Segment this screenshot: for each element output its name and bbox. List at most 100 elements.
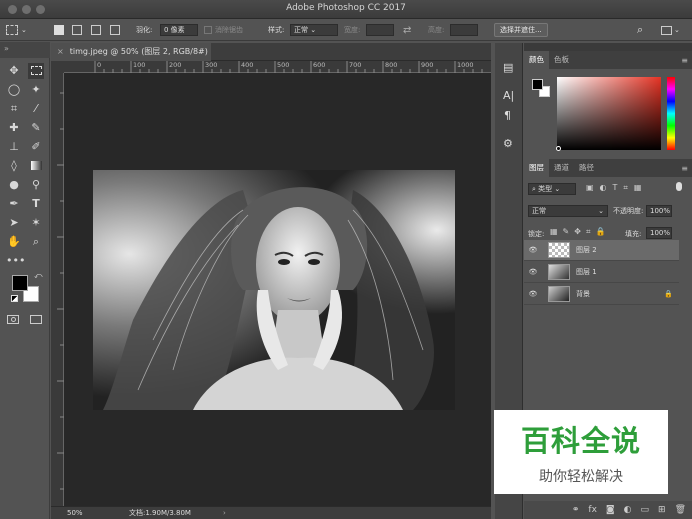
custom-shape-tool-icon[interactable]: ✶ [28,215,44,231]
eraser-tool-icon[interactable]: ◊ [6,158,22,174]
new-group-icon[interactable]: ▭ [641,505,650,515]
title-bar: Adobe Photoshop CC 2017 [0,0,692,19]
new-selection-icon[interactable] [54,23,64,37]
layers-panel-menu-icon[interactable]: ≡ [681,164,688,173]
intersect-selection-icon[interactable] [110,23,120,37]
magic-wand-tool-icon[interactable]: ✦ [28,82,44,98]
properties-panel-icon[interactable]: ⚙ [503,137,513,150]
healing-brush-tool-icon[interactable]: ✚ [6,120,22,136]
gradient-tool-icon[interactable] [28,158,44,174]
layer-style-icon[interactable]: fx [588,505,597,515]
rectangular-marquee-tool-icon[interactable] [28,63,44,79]
tab-channels[interactable]: 通道 [549,159,574,177]
tab-layers[interactable]: 图层 [524,159,549,177]
eye-icon[interactable]: 👁 [524,290,542,298]
pen-tool-icon[interactable]: ✒ [6,196,22,212]
layer-filter-select[interactable]: ⌕ 类型 ⌄ [528,183,576,195]
paragraph-panel-icon[interactable]: ¶ [504,109,511,122]
layer-name[interactable]: 图层 1 [576,267,597,277]
height-label: 高度: [428,26,445,34]
zoom-level[interactable]: 50% [67,507,83,519]
add-selection-icon[interactable] [72,23,82,37]
status-menu-arrow-icon[interactable]: › [223,507,226,519]
blur-tool-icon[interactable]: ● [6,177,22,193]
color-spectrum-field[interactable] [557,77,661,150]
layer-row[interactable]: 👁 背景 🔒 [524,284,679,305]
brush-tool-icon[interactable]: ✎ [28,120,44,136]
lasso-tool-icon[interactable]: ◯ [6,82,22,98]
layer-row[interactable]: 👁 图层 2 [524,240,679,261]
default-colors-icon[interactable] [11,295,18,302]
color-panel-header: 颜色 色板 ≡ [524,51,692,69]
type-tool-icon[interactable]: T [28,196,44,212]
filter-toggle-icon[interactable] [676,182,682,191]
layer-name[interactable]: 背景 [576,289,590,299]
ruler-origin[interactable] [51,61,64,73]
eyedropper-tool-icon[interactable]: ⁄ [28,101,44,117]
blend-mode-select[interactable]: 正常 ⌄ [528,205,608,217]
tab-color[interactable]: 颜色 [524,51,549,69]
link-layers-icon[interactable]: ⚭ [572,505,580,515]
tab-swatches[interactable]: 色板 [549,51,574,69]
lock-icons[interactable]: ▦✎✥⌗🔒 [550,227,610,237]
feather-input[interactable]: 0 像素 [160,24,198,36]
fill-label: 填充: [625,230,642,238]
ruler-label: 900 [421,61,434,69]
adjustment-layer-icon[interactable]: ◐ [624,505,632,515]
tab-paths[interactable]: 路径 [574,159,599,177]
fill-input[interactable]: 100% [646,227,672,239]
character-panel-icon[interactable]: A| [503,89,514,102]
path-selection-tool-icon[interactable]: ➤ [6,215,22,231]
screen-mode-icon[interactable] [30,315,42,324]
marquee-tool-preset-icon[interactable]: ⌄ [6,23,27,37]
color-picker-handle[interactable] [556,146,561,151]
layer-filter-icons[interactable]: ▣◐T⌗▦ [586,183,648,193]
portrait-photo[interactable] [93,170,455,410]
blend-mode-value: 正常 [532,207,546,215]
close-document-icon[interactable]: × [57,47,64,56]
hue-slider[interactable] [667,77,675,150]
move-tool-icon[interactable]: ✥ [6,63,22,79]
new-layer-icon[interactable]: ⊞ [658,505,666,515]
eye-icon[interactable]: 👁 [524,246,542,254]
watermark-title: 百科全说 [520,424,641,458]
workspace-switcher-icon[interactable]: ⌄ [661,23,680,37]
toolbox-header: » [0,42,50,58]
subtract-selection-icon[interactable] [91,23,101,37]
ruler-label: 700 [349,61,362,69]
delete-layer-icon[interactable]: 🗑 [675,505,686,515]
width-input[interactable] [366,24,394,36]
color-panel-menu-icon[interactable]: ≡ [681,56,688,65]
opacity-input[interactable]: 100% [646,205,672,217]
history-brush-tool-icon[interactable]: ✐ [28,139,44,155]
lock-icon: 🔒 [664,290,673,298]
foreground-color-swatch[interactable] [12,275,28,291]
zoom-tool-icon[interactable]: ⌕ [28,234,44,250]
options-bar: ⌄ 羽化: 0 像素 消除锯齿 样式: 正常 ⌄ 宽度: ⇄ 高度: 选择并遮住… [0,19,692,41]
swap-dimensions-icon[interactable]: ⇄ [403,23,411,37]
select-and-mask-button[interactable]: 选择并遮住... [494,23,548,37]
document-tab[interactable]: ×timg.jpeg @ 50% (图层 2, RGB/8#) * [51,43,211,74]
history-panel-icon[interactable]: ▤ [503,61,513,74]
height-input[interactable] [450,24,478,36]
dodge-tool-icon[interactable]: ⚲ [28,177,44,193]
layer-row[interactable]: 👁 图层 1 [524,262,679,283]
eye-icon[interactable]: 👁 [524,268,542,276]
hand-tool-icon[interactable]: ✋ [6,234,22,250]
ruler-label: 0 [97,61,102,69]
search-icon[interactable]: ⌕ [637,23,643,37]
swap-colors-icon[interactable]: ⤺ [34,271,43,281]
style-select[interactable]: 正常 ⌄ [290,24,338,36]
horizontal-ruler[interactable]: 0 100 200 300 400 500 600 700 800 900 1000 [64,61,491,73]
add-mask-icon[interactable]: ◙ [606,505,615,515]
collapse-toolbox-icon[interactable]: » [4,44,9,53]
antialias-checkbox[interactable]: 消除锯齿 [204,23,243,37]
crop-tool-icon[interactable]: ⌗ [6,101,22,117]
edit-toolbar-icon[interactable]: ••• [6,253,25,269]
vertical-ruler[interactable] [51,73,64,506]
clone-stamp-tool-icon[interactable]: ⊥ [6,139,22,155]
quick-mask-icon[interactable] [7,315,19,324]
color-foreground-swatch[interactable] [532,79,543,90]
fill-value: 100% [646,227,672,239]
layer-name[interactable]: 图层 2 [576,245,597,255]
